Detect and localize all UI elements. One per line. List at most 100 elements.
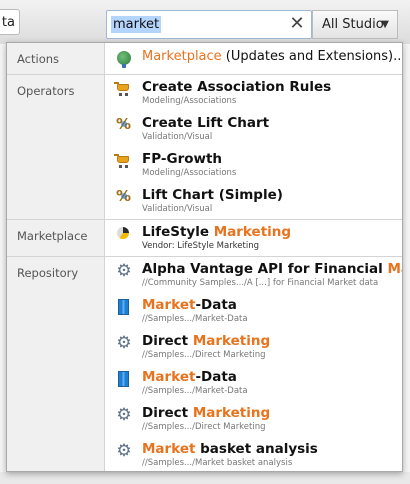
gear-icon: ⚙ [116,441,132,461]
result-title: LifeStyle Marketing [142,224,291,240]
section-label: Marketplace [7,220,105,256]
title-text: Direct [142,333,193,349]
match-highlight: Ma [387,261,403,277]
result-item[interactable]: FP-Growth Modeling/Associations [105,147,402,183]
results-section-actions: Actions Marketplace (Updates and Extensio… [7,43,402,74]
title-text: LifeStyle [142,224,214,240]
cart-icon [114,81,132,97]
result-text: Market-Data//Samples.../Market-Data [142,369,248,397]
section-label: Repository [7,257,105,471]
background-panel-bottom [0,472,410,484]
pie-chart-icon [116,226,132,242]
match-highlight: Market [142,441,196,457]
match-highlight: Marketing [192,405,271,421]
gear-icon: ⚙ [116,405,132,425]
result-text: FP-Growth Modeling/Associations [142,151,236,179]
section-items: Marketplace (Updates and Extensions)... [105,43,402,74]
result-text: Create Lift Chart Validation/Visual [142,115,269,143]
result-subtitle: //Samples.../Direct Marketing [142,350,266,360]
result-subtitle: Modeling/Associations [142,96,237,106]
title-text: Direct [142,405,193,421]
section-label: Actions [7,43,105,74]
result-title: Market-Data [142,297,248,313]
result-item[interactable]: ⚙ Direct Marketing//Samples.../Direct Mar… [105,329,402,365]
match-highlight: Marketplace [142,49,222,64]
result-subtitle: //Community Samples.../A [...] for Finan… [142,278,379,288]
percent-icon: % [116,187,132,205]
section-items: LifeStyle Marketing Vendor: LifeStyle Mar… [105,220,402,256]
section-items: Create Association Rules Modeling/Associa… [105,75,402,219]
result-subtitle: //Samples.../Direct Marketing [142,422,266,432]
title-text: -Data [195,297,237,313]
result-title: Market-Data [142,369,248,385]
result-item[interactable]: Market-Data//Samples.../Market-Data [105,365,402,401]
result-subtitle: Validation/Visual [142,132,213,142]
result-item[interactable]: Marketplace (Updates and Extensions)... [105,43,402,74]
result-title: Lift Chart (Simple) [142,187,283,203]
result-title: Alpha Vantage API for Financial Ma [142,261,402,277]
result-subtitle: //Samples.../Market-Data [142,314,248,324]
percent-icon: % [116,115,132,133]
result-text: Direct Marketing//Samples.../Direct Mark… [142,405,270,433]
result-subtitle: //Samples.../Market-Data [142,386,248,396]
result-text: Alpha Vantage API for Financial Ma//Comm… [142,261,402,289]
result-item[interactable]: LifeStyle Marketing Vendor: LifeStyle Mar… [105,220,402,256]
search-input-value: market [111,16,162,33]
toolbar: ta market ✕ All Studio ▼ [0,0,410,45]
scope-select-value: All Studio [322,17,384,32]
match-highlight: Marketing [213,224,292,240]
title-text: -Data [195,369,237,385]
result-title: Direct Marketing [142,405,270,421]
result-item[interactable]: Create Association Rules Modeling/Associa… [105,75,402,111]
result-text: Marketplace (Updates and Extensions)... [142,49,402,65]
search-input[interactable]: market ✕ [106,10,312,39]
result-item[interactable]: Market-Data//Samples.../Market-Data [105,293,402,329]
scope-select[interactable]: All Studio ▼ [312,10,398,39]
results-section-operators: Operators Create Association Rules Modelin… [7,74,402,219]
data-file-icon [116,299,132,315]
result-subtitle: Vendor: LifeStyle Marketing [142,241,260,251]
result-text: Market basket analysis//Samples.../Marke… [142,441,318,469]
result-title: Create Lift Chart [142,115,269,131]
result-subtitle: Modeling/Associations [142,168,237,178]
search-results-popup: Actions Marketplace (Updates and Extensio… [6,42,403,472]
result-title: Create Association Rules [142,79,331,95]
result-text: Market-Data//Samples.../Market-Data [142,297,248,325]
result-item[interactable]: % Lift Chart (Simple) Validation/Visual [105,183,402,219]
result-title: FP-Growth [142,151,236,167]
result-subtitle: //Samples.../Market basket analysis [142,458,293,468]
results-section-repository: Repository ⚙ Alpha Vantage API for Financi… [7,256,402,471]
title-text: Lift Chart (Simple) [142,187,283,203]
result-item[interactable]: % Create Lift Chart Validation/Visual [105,111,402,147]
result-title: Market basket analysis [142,441,318,457]
result-text: LifeStyle Marketing Vendor: LifeStyle Mar… [142,224,291,252]
title-text: Create Association Rules [142,79,332,95]
cart-icon [114,153,132,169]
chevron-down-icon: ▼ [381,19,389,30]
match-highlight: Marketing [192,333,271,349]
results-section-marketplace: Marketplace LifeStyle Marketing Vendor: Li… [7,219,402,256]
gear-icon: ⚙ [116,333,132,353]
result-subtitle: Validation/Visual [142,204,213,214]
section-label: Operators [7,75,105,219]
title-text: FP-Growth [142,151,223,167]
data-file-icon [116,371,132,387]
result-title: Direct Marketing [142,333,270,349]
title-text: basket analysis [195,441,318,457]
result-item[interactable]: ⚙ Market basket analysis//Samples.../Mark… [105,437,402,471]
title-text: Alpha Vantage API for Financial [142,261,388,277]
clear-search-icon[interactable]: ✕ [289,15,305,33]
title-text: Create Lift Chart [142,115,270,131]
result-text: Lift Chart (Simple) Validation/Visual [142,187,283,215]
result-item[interactable]: ⚙Alpha Vantage API for Financial Ma//Com… [105,257,402,293]
prev-tab[interactable]: ta [0,9,20,35]
background-panel-right [402,44,410,484]
match-highlight: Market [142,369,196,385]
gear-icon: ⚙ [116,261,132,281]
globe-icon [116,51,132,68]
match-highlight: Market [142,297,196,313]
title-text: (Updates and Extensions)... [221,49,402,64]
result-title: Marketplace (Updates and Extensions)... [142,49,402,65]
result-item[interactable]: ⚙ Direct Marketing//Samples.../Direct Mar… [105,401,402,437]
result-text: Create Association Rules Modeling/Associa… [142,79,331,107]
